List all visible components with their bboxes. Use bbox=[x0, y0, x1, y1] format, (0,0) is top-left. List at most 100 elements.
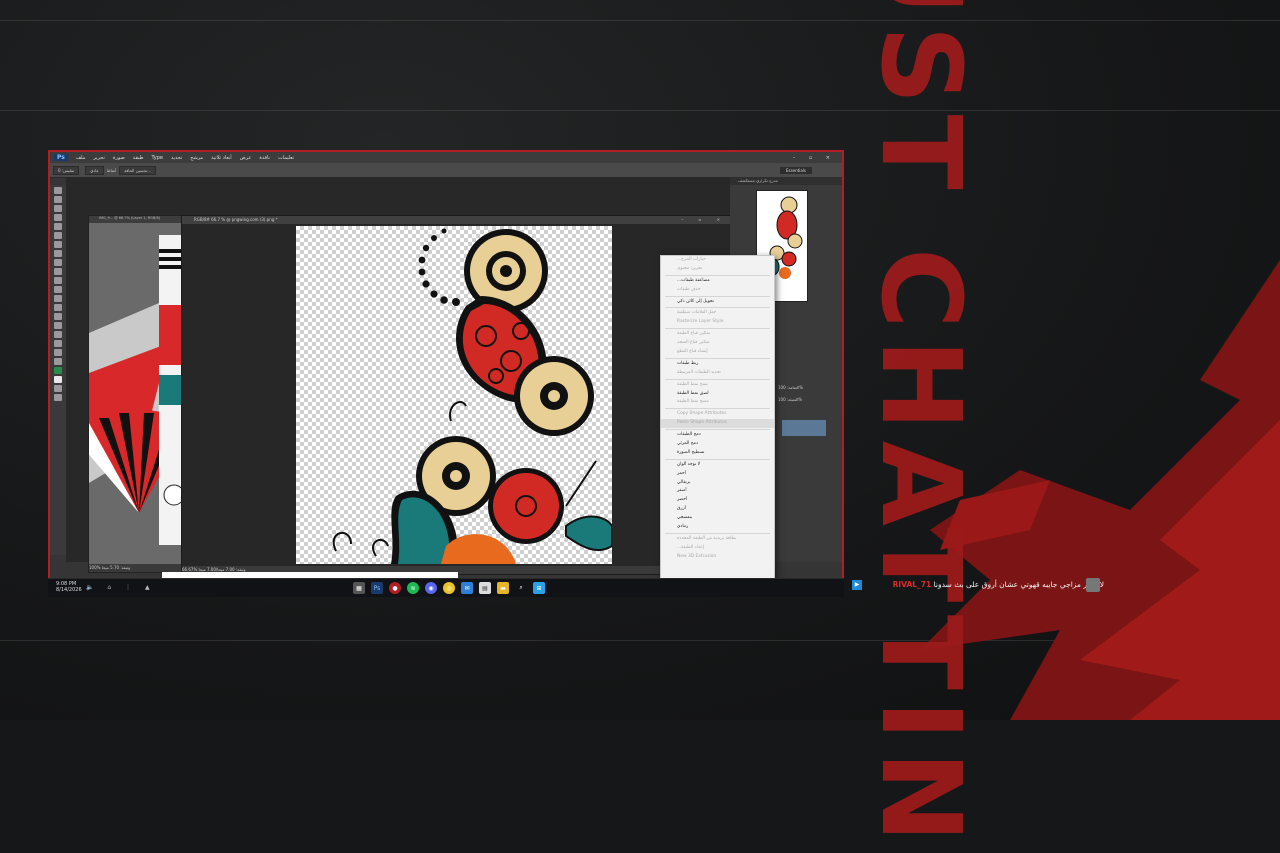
style-label: أنماط bbox=[106, 167, 117, 173]
background-color-swatch[interactable] bbox=[54, 376, 62, 383]
desktop-icon[interactable]: ▦ bbox=[353, 582, 365, 594]
context-menu-item[interactable]: ربط طبقات bbox=[661, 360, 774, 369]
refine-edge-button[interactable]: تحسين الحافة... bbox=[119, 165, 157, 175]
menu-window[interactable]: نافذة bbox=[259, 155, 270, 161]
navigator-tabs[interactable]: مدرج تكراري مستكشف bbox=[730, 177, 842, 185]
menu-help[interactable]: تعليمات bbox=[278, 155, 294, 161]
menu-bar: Ps ملف تحرير صورة طبقة Type تحديد مرشح أ… bbox=[50, 152, 842, 163]
context-menu-item: Rasterize Layer Style bbox=[677, 319, 724, 325]
context-menu-item[interactable]: رمادي bbox=[661, 523, 774, 532]
menu-image[interactable]: صورة bbox=[113, 155, 125, 161]
clock[interactable]: 9:08 PM 8/14/2026 bbox=[56, 581, 82, 593]
crop-tool-icon[interactable] bbox=[54, 223, 62, 230]
path-select-tool-icon[interactable] bbox=[54, 331, 62, 338]
eyedropper-tool-icon[interactable] bbox=[54, 232, 62, 239]
chat-username: RIVAL_71 bbox=[892, 580, 932, 589]
foreground-color-swatch[interactable] bbox=[54, 367, 62, 374]
history-brush-tool-icon[interactable] bbox=[54, 268, 62, 275]
document-window-main[interactable]: RGB/8# 66.7 % @ pngwing.com (3).png * – … bbox=[181, 215, 734, 575]
window-controls[interactable]: – ▫ × bbox=[793, 155, 836, 161]
divider bbox=[0, 110, 1280, 111]
game-icon[interactable]: ● bbox=[389, 582, 401, 594]
folder-icon[interactable]: ▬ bbox=[497, 582, 509, 594]
menu-filter[interactable]: مرشح bbox=[190, 155, 203, 161]
menu-select[interactable]: تحديد bbox=[171, 155, 182, 161]
menu-layer[interactable]: طبقة bbox=[133, 155, 144, 161]
selected-layer-row[interactable] bbox=[782, 420, 826, 436]
context-menu-item: إنشاء قناع القطع bbox=[677, 349, 708, 355]
style-select[interactable]: عادي bbox=[85, 165, 104, 175]
context-menu-item[interactable]: مضاعفة طبقات... bbox=[661, 277, 774, 286]
screen-mode-icon[interactable] bbox=[54, 394, 62, 401]
windows-icon[interactable]: ⊞ bbox=[533, 582, 545, 594]
context-menu-item: Paste Shape Attributes bbox=[661, 419, 774, 429]
eraser-tool-icon[interactable] bbox=[54, 277, 62, 284]
menu-type[interactable]: Type bbox=[152, 155, 163, 161]
menu-separator bbox=[665, 458, 770, 460]
context-menu-item[interactable]: تسطيح الصورة bbox=[661, 449, 774, 458]
system-tray[interactable]: 🔈 ⌂ ⋮ ▲ bbox=[86, 584, 156, 591]
spotify-icon[interactable]: ≋ bbox=[407, 582, 419, 594]
context-menu-item[interactable]: أخضر bbox=[661, 496, 774, 505]
search-icon[interactable]: ⌕ bbox=[515, 582, 527, 594]
marquee-tool-icon[interactable] bbox=[54, 196, 62, 203]
context-menu-item[interactable]: تحويل إلى كائن ذكي bbox=[661, 298, 774, 307]
brush-tool-icon[interactable] bbox=[54, 250, 62, 257]
context-menu-item: إعداد الطبقة... bbox=[677, 544, 704, 550]
document-workspace: IMG_9... @ 66.7% (Layer 1, RGB/8) 100% و… bbox=[66, 177, 734, 590]
context-menu-item[interactable]: أحمر bbox=[661, 470, 774, 479]
photoshop-icon[interactable]: Ps bbox=[371, 582, 383, 594]
context-menu-item: خيارات المزج... bbox=[677, 257, 706, 262]
discord-icon[interactable]: ◉ bbox=[425, 582, 437, 594]
blur-tool-icon[interactable] bbox=[54, 295, 62, 302]
context-menu-item[interactable]: لا توجد ألوان bbox=[661, 461, 774, 470]
context-menu-item[interactable]: دمج المرئي bbox=[661, 440, 774, 449]
context-menu-item[interactable]: أصفر bbox=[661, 487, 774, 496]
menu-3d[interactable]: أبعاد ثلاثية bbox=[211, 155, 232, 161]
lasso-tool-icon[interactable] bbox=[54, 205, 62, 212]
chat-avatar bbox=[1086, 578, 1100, 592]
fill-label[interactable]: التعبئة: 100% bbox=[778, 397, 802, 402]
context-menu-item[interactable]: بنفسجي bbox=[661, 514, 774, 523]
chrome-icon[interactable]: ◎ bbox=[443, 582, 455, 594]
quick-mask-icon[interactable] bbox=[54, 385, 62, 392]
options-bar: تمليس: 0 عادي أنماط تحسين الحافة... Esse… bbox=[50, 163, 842, 178]
context-menu-item[interactable]: برتقالي bbox=[661, 479, 774, 488]
store-icon[interactable]: ▤ bbox=[479, 582, 491, 594]
opacity-label[interactable]: العتامة: 100% bbox=[778, 385, 803, 390]
brand-overlay-text: JUST CHATTIN bbox=[857, 0, 986, 853]
menu-edit[interactable]: تحرير bbox=[93, 155, 105, 161]
stamp-tool-icon[interactable] bbox=[54, 259, 62, 266]
windows-taskbar: 9:08 PM 8/14/2026 🔈 ⌂ ⋮ ▲ ▦ Ps ● ≋ ◉ ◎ ✉… bbox=[48, 578, 844, 597]
context-menu-item[interactable]: دمج الطبقات bbox=[661, 431, 774, 440]
menu-file[interactable]: ملف bbox=[76, 155, 86, 161]
menu-separator bbox=[665, 307, 770, 309]
mail-icon[interactable]: ✉ bbox=[461, 582, 473, 594]
hand-tool-icon[interactable] bbox=[54, 349, 62, 356]
healing-tool-icon[interactable] bbox=[54, 241, 62, 248]
context-menu-item[interactable]: أزرق bbox=[661, 505, 774, 514]
pen-tool-icon[interactable] bbox=[54, 313, 62, 320]
context-menu-item: بطاقة بريدية من الطبقة المحددة bbox=[677, 535, 737, 541]
context-menu-item: نسخ نمط الطبقة bbox=[677, 381, 708, 387]
workspace-select[interactable]: Essentials bbox=[779, 166, 812, 174]
type-tool-icon[interactable] bbox=[54, 322, 62, 329]
divider bbox=[0, 20, 1280, 21]
gradient-tool-icon[interactable] bbox=[54, 286, 62, 293]
context-menu-item: تحديد الطبقات المرتبطة bbox=[677, 369, 721, 375]
menu-view[interactable]: عرض bbox=[240, 155, 252, 161]
context-menu-item: مسح نمط الطبقة bbox=[677, 399, 709, 405]
dodge-tool-icon[interactable] bbox=[54, 304, 62, 311]
shape-tool-icon[interactable] bbox=[54, 340, 62, 347]
feather-field[interactable]: تمليس: 0 bbox=[53, 165, 80, 175]
context-menu-item[interactable]: لصق نمط الطبقة bbox=[661, 390, 774, 399]
canvas[interactable] bbox=[296, 226, 613, 564]
menu-separator bbox=[665, 328, 770, 330]
quick-select-tool-icon[interactable] bbox=[54, 214, 62, 221]
henna-artwork bbox=[332, 228, 613, 564]
main-doc-tab[interactable]: RGB/8# 66.7 % @ pngwing.com (3).png * – … bbox=[182, 216, 733, 224]
doc-window-controls[interactable]: – ▫ × bbox=[681, 216, 727, 224]
context-menu-item: تمكين قناع المتجه bbox=[677, 340, 710, 346]
zoom-tool-icon[interactable] bbox=[54, 358, 62, 365]
move-tool-icon[interactable] bbox=[54, 187, 62, 194]
